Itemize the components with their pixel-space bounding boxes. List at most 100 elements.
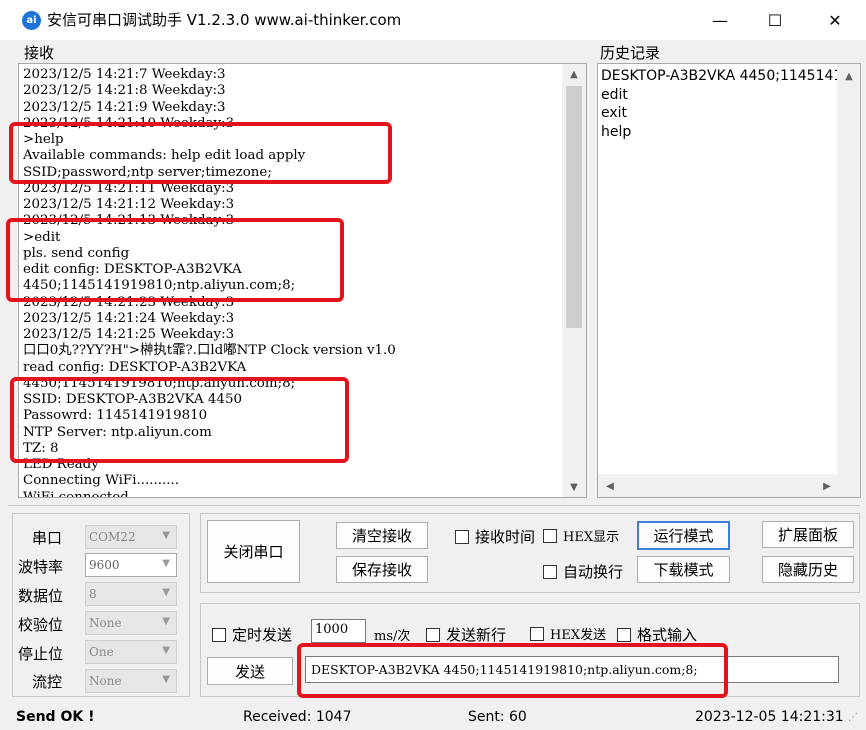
receive-line: WiFi connected	[23, 489, 129, 498]
history-vertical-scrollbar[interactable]: ▲	[837, 64, 860, 474]
checkbox-icon	[455, 529, 469, 544]
receive-line: Passowrd: 1145141919810	[23, 408, 208, 424]
receive-line: 2023/12/5 14:21:23 Weekday:3	[23, 294, 235, 310]
timed-send-label: 定时发送	[232, 626, 293, 644]
receive-line: 2023/12/5 14:21:13 Weekday:3	[23, 213, 235, 229]
status-bar: Send OK ! Received: 1047 Sent: 60 2023-1…	[0, 703, 866, 730]
receive-line: 2023/12/5 14:21:10 Weekday:3	[23, 115, 235, 131]
receive-time-checkbox[interactable]: 接收时间	[455, 526, 535, 547]
chevron-down-icon: ▼	[162, 645, 170, 656]
flow-value: None	[89, 674, 122, 688]
history-item[interactable]: help	[601, 123, 837, 142]
checkbox-icon	[543, 528, 557, 543]
receive-scroll-thumb[interactable]	[566, 86, 582, 328]
scroll-down-arrow-icon[interactable]: ▼	[562, 477, 586, 497]
receive-line: NTP Server: ntp.aliyun.com	[23, 424, 212, 440]
save-receive-button[interactable]: 保存接收	[336, 556, 428, 583]
receive-scrollbar[interactable]: ▲ ▼	[562, 64, 586, 497]
checkbox-icon	[543, 564, 557, 579]
checkbox-icon	[426, 627, 440, 642]
send-newline-checkbox[interactable]: 发送新行	[426, 624, 506, 645]
checkbox-icon	[530, 626, 544, 641]
baud-label: 波特率	[18, 558, 64, 576]
send-text-input[interactable]: DESKTOP-A3B2VKA 4450;1145141919810;ntp.a…	[305, 656, 839, 683]
hex-display-checkbox[interactable]: HEX显示	[543, 526, 619, 545]
status-datetime: 2023-12-05 14:21:31	[695, 709, 844, 725]
run-mode-button[interactable]: 运行模式	[637, 521, 730, 550]
scroll-up-arrow-icon[interactable]: ▲	[837, 66, 860, 86]
scroll-left-arrow-icon[interactable]: ◀	[598, 476, 622, 496]
timed-send-checkbox[interactable]: 定时发送	[212, 624, 292, 645]
receive-log[interactable]: 2023/12/5 14:21:7 Weekday:3 2023/12/5 14:…	[23, 67, 563, 497]
receive-line: 2023/12/5 14:21:24 Weekday:3	[23, 310, 235, 326]
period-unit-label: ms/次	[374, 629, 411, 644]
receive-line: 2023/12/5 14:21:25 Weekday:3	[23, 327, 235, 342]
receive-line: 2023/12/5 14:21:9 Weekday:3	[23, 99, 226, 115]
minimize-button[interactable]: —	[697, 0, 743, 40]
hide-history-button[interactable]: 隐藏历史	[762, 556, 854, 583]
receive-line: SSID: DESKTOP-A3B2VKA 4450	[23, 392, 242, 407]
history-items: DESKTOP-A3B2VKA 4450;1145141919810;ntp.a…	[601, 67, 837, 472]
close-port-button[interactable]: 关闭串口	[207, 520, 300, 583]
receive-line: 口口0丸??YY?H">榊执t霏?.口ld嘟NTP Clock version …	[23, 343, 396, 359]
format-input-label: 格式输入	[637, 626, 698, 644]
chevron-down-icon: ▼	[162, 674, 170, 685]
receive-line: Connecting WiFi..........	[23, 473, 180, 489]
maximize-button[interactable]: ☐	[752, 0, 798, 40]
resize-grip-icon[interactable]: ⋰	[848, 712, 858, 723]
format-input-checkbox[interactable]: 格式输入	[617, 624, 697, 645]
receive-line: 2023/12/5 14:21:12 Weekday:3	[23, 197, 235, 212]
hex-display-label: HEX显示	[563, 530, 620, 545]
databits-label: 数据位	[18, 587, 64, 605]
port-select[interactable]: COM22 ▼	[85, 525, 177, 549]
receive-label: 接收	[24, 44, 55, 62]
receive-line: LED Ready	[23, 457, 99, 472]
app-logo-icon: ai	[22, 11, 41, 30]
receive-line: >help	[23, 132, 64, 147]
chevron-down-icon: ▼	[162, 616, 170, 627]
auto-wrap-checkbox[interactable]: 自动换行	[543, 561, 623, 582]
receive-line: Available commands: help edit load apply	[23, 148, 306, 164]
download-mode-button[interactable]: 下载模式	[637, 556, 730, 583]
history-horizontal-scrollbar[interactable]: ◀ ▶	[598, 474, 860, 497]
chevron-down-icon: ▼	[162, 558, 170, 569]
receive-line: 2023/12/5 14:21:7 Weekday:3	[23, 67, 226, 82]
receive-textarea[interactable]: 2023/12/5 14:21:7 Weekday:3 2023/12/5 14:…	[18, 63, 587, 498]
flow-select[interactable]: None ▼	[85, 669, 177, 693]
scroll-right-arrow-icon[interactable]: ▶	[815, 476, 839, 496]
history-item[interactable]: edit	[601, 86, 837, 105]
scroll-up-arrow-icon[interactable]: ▲	[562, 64, 586, 84]
history-list[interactable]: DESKTOP-A3B2VKA 4450;1145141919810;ntp.a…	[597, 63, 861, 498]
history-label: 历史记录	[600, 44, 661, 62]
flow-label: 流控	[32, 673, 63, 691]
history-item[interactable]: exit	[601, 104, 837, 123]
receive-time-label: 接收时间	[475, 528, 536, 546]
databits-value: 8	[89, 587, 97, 601]
send-period-input[interactable]: 1000	[311, 619, 366, 643]
parity-value: None	[89, 616, 122, 630]
checkbox-icon	[212, 627, 226, 642]
checkbox-icon	[617, 627, 631, 642]
sent-count: Sent: 60	[468, 709, 527, 725]
stopbits-select[interactable]: One ▼	[85, 640, 177, 664]
hex-send-checkbox[interactable]: HEX发送	[530, 624, 606, 643]
clear-receive-button[interactable]: 清空接收	[336, 522, 428, 549]
receive-line: 2023/12/5 14:21:8 Weekday:3	[23, 83, 226, 99]
parity-select[interactable]: None ▼	[85, 611, 177, 635]
expand-panel-button[interactable]: 扩展面板	[762, 521, 854, 548]
send-button[interactable]: 发送	[207, 657, 293, 685]
auto-wrap-label: 自动换行	[563, 563, 624, 581]
close-button[interactable]: ✕	[812, 0, 858, 40]
history-item[interactable]: DESKTOP-A3B2VKA 4450;1145141919810;ntp.a…	[601, 67, 837, 86]
send-status-text: Send OK !	[16, 709, 95, 725]
stopbits-value: One	[89, 645, 114, 659]
receive-line: pls. send config	[23, 245, 130, 261]
chevron-down-icon: ▼	[162, 587, 170, 598]
databits-select[interactable]: 8 ▼	[85, 582, 177, 606]
baud-select[interactable]: 9600 ▼	[85, 553, 177, 577]
title-bar: ai 安信可串口调试助手 V1.2.3.0 www.ai-thinker.com…	[0, 0, 866, 40]
port-label: 串口	[32, 529, 63, 547]
received-count: Received: 1047	[243, 709, 352, 725]
receive-line: 4450;1145141919810;ntp.aliyun.com;8;	[23, 375, 296, 391]
hex-send-label: HEX发送	[550, 628, 607, 643]
